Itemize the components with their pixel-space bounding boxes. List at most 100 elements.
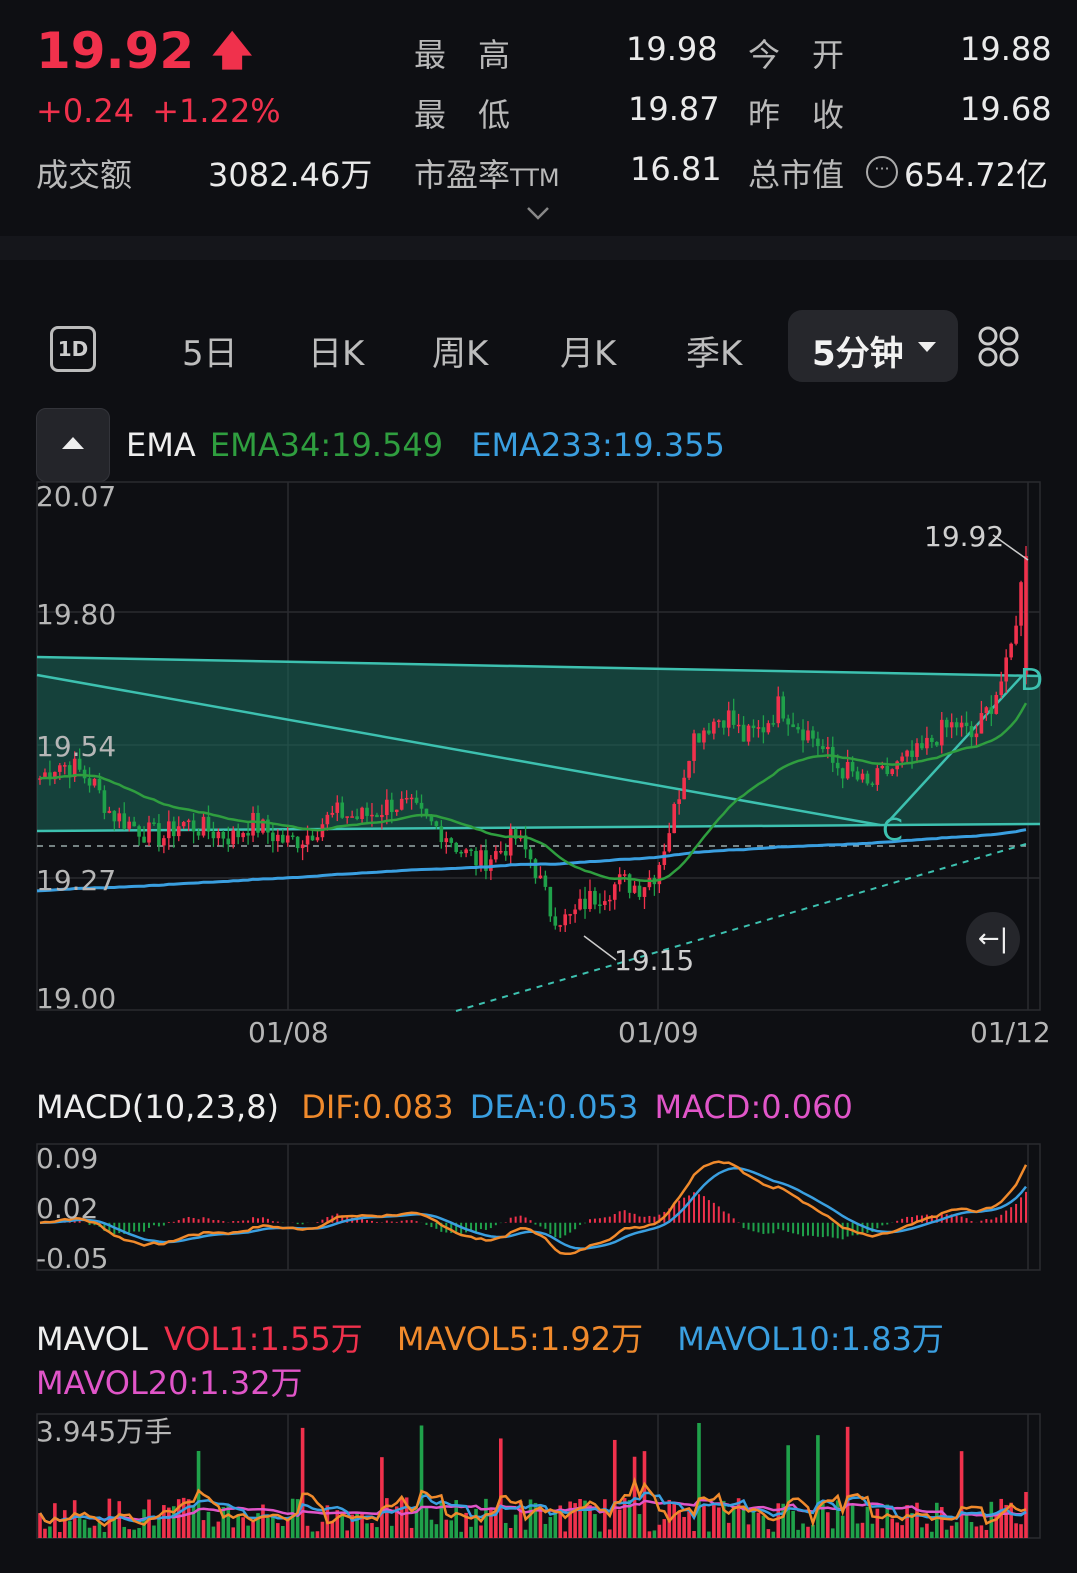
date-tick-2: 01/09 bbox=[618, 1016, 699, 1049]
candle-body bbox=[845, 762, 850, 779]
volume-bar bbox=[692, 1530, 696, 1538]
candle-body bbox=[196, 831, 201, 836]
candle-body bbox=[939, 719, 944, 746]
candle-body bbox=[479, 850, 483, 866]
candle-body bbox=[464, 849, 468, 854]
volume-bar bbox=[67, 1521, 72, 1538]
candle-body bbox=[761, 727, 766, 733]
back-to-latest-button[interactable]: ←| bbox=[966, 912, 1020, 966]
candle-body bbox=[687, 760, 691, 778]
candle-body bbox=[365, 807, 369, 816]
candle-body bbox=[811, 730, 815, 739]
date-tick-1: 01/08 bbox=[248, 1016, 329, 1049]
candle-body bbox=[474, 851, 478, 866]
expand-chevron-icon[interactable] bbox=[526, 206, 549, 226]
volume-bar bbox=[657, 1524, 662, 1538]
candle-body bbox=[726, 710, 731, 728]
volume-bar bbox=[687, 1511, 691, 1538]
candle-body bbox=[176, 826, 181, 837]
macd-legend: MACD(10,23,8) DIF:0.083 DEA:0.053 MACD:0… bbox=[36, 1088, 853, 1126]
volume-bar bbox=[236, 1514, 240, 1538]
candle-body bbox=[201, 816, 206, 836]
candle-body bbox=[598, 904, 602, 907]
macd-chart[interactable] bbox=[0, 1140, 1077, 1275]
volume-bar bbox=[786, 1445, 790, 1538]
tab-daily-k[interactable]: 日K bbox=[308, 326, 364, 375]
volume-bar bbox=[459, 1531, 463, 1538]
candle-body bbox=[340, 802, 345, 818]
candle-body bbox=[246, 833, 250, 836]
candle-body bbox=[935, 741, 939, 746]
volume-bar bbox=[241, 1517, 245, 1538]
candle-body bbox=[350, 816, 354, 818]
volume-bar bbox=[672, 1502, 677, 1538]
volume-bar bbox=[380, 1457, 384, 1538]
candle-body bbox=[583, 898, 587, 909]
candle-body bbox=[325, 814, 330, 825]
volume-bar bbox=[806, 1526, 810, 1538]
info-icon[interactable]: ··· bbox=[866, 156, 898, 188]
volume-bar bbox=[320, 1521, 325, 1538]
mavol-legend-row1: MAVOL VOL1:1.55万 MAVOL5:1.92万 MAVOL10:1.… bbox=[36, 1314, 944, 1360]
ema-legend: EMA EMA34:19.549 EMA233:19.355 bbox=[126, 426, 725, 464]
tab-monthly-k[interactable]: 月K bbox=[560, 326, 616, 375]
candle-body bbox=[637, 885, 642, 897]
volume-bar bbox=[122, 1526, 127, 1538]
candle-body bbox=[607, 899, 612, 902]
volume-bar bbox=[548, 1517, 553, 1538]
candle-body bbox=[731, 710, 736, 725]
candle-body bbox=[404, 797, 409, 800]
volume-bar bbox=[840, 1515, 845, 1538]
candle-body bbox=[553, 916, 558, 926]
candle-body bbox=[568, 914, 572, 916]
volume-bar bbox=[429, 1519, 434, 1538]
volume-bar bbox=[266, 1517, 270, 1538]
volume-bar bbox=[707, 1531, 711, 1538]
volume-bar bbox=[226, 1506, 231, 1538]
volume-bar bbox=[756, 1512, 761, 1538]
volume-bar bbox=[97, 1522, 102, 1538]
macd-title: MACD(10,23,8) bbox=[36, 1088, 280, 1126]
candle-body bbox=[682, 777, 686, 800]
grid-icon[interactable] bbox=[978, 326, 1020, 372]
volume-bar bbox=[578, 1498, 582, 1538]
intraday-1d-icon[interactable]: 1D bbox=[50, 326, 96, 372]
tab-5min-dropdown[interactable]: 5分钟 bbox=[788, 310, 958, 382]
candle-body bbox=[310, 835, 315, 841]
candle-body bbox=[226, 838, 231, 845]
tab-quarterly-k[interactable]: 季K bbox=[686, 326, 742, 375]
price-chart[interactable]: 19.92 19.15 C D bbox=[0, 470, 1077, 1050]
candle-body bbox=[672, 803, 677, 834]
price-tick-4: 19.27 bbox=[36, 864, 117, 897]
pe-value: 16.81 bbox=[630, 150, 722, 188]
tab-weekly-k[interactable]: 周K bbox=[432, 326, 488, 375]
candle-body bbox=[434, 821, 439, 827]
candle-body bbox=[355, 816, 359, 820]
candle-body bbox=[627, 874, 632, 893]
candle-body bbox=[558, 925, 563, 927]
candle-body bbox=[667, 833, 672, 852]
candle-body bbox=[781, 696, 786, 719]
volume-bar bbox=[568, 1501, 572, 1538]
candle-body bbox=[603, 901, 607, 905]
high-label: 最 高 bbox=[414, 36, 511, 74]
volume-bar bbox=[717, 1507, 721, 1538]
candle-body bbox=[87, 778, 92, 786]
volume-bar bbox=[959, 1451, 964, 1538]
candle-body bbox=[290, 835, 295, 837]
candle-body bbox=[409, 797, 414, 800]
volume-bar bbox=[563, 1531, 568, 1538]
volume-bar bbox=[300, 1427, 305, 1538]
tab-5day[interactable]: 5日 bbox=[182, 326, 238, 375]
candle-body bbox=[162, 838, 166, 846]
volume-bar bbox=[612, 1439, 617, 1538]
candle-body bbox=[186, 820, 191, 823]
volume-bar bbox=[741, 1505, 746, 1538]
candle-body bbox=[206, 816, 211, 832]
volume-bar bbox=[964, 1513, 969, 1538]
volume-bar bbox=[251, 1521, 255, 1538]
candle-body bbox=[806, 730, 810, 741]
candle-body bbox=[107, 810, 112, 813]
candle-body bbox=[394, 809, 399, 813]
turnover-label: 成交额 bbox=[36, 156, 133, 194]
